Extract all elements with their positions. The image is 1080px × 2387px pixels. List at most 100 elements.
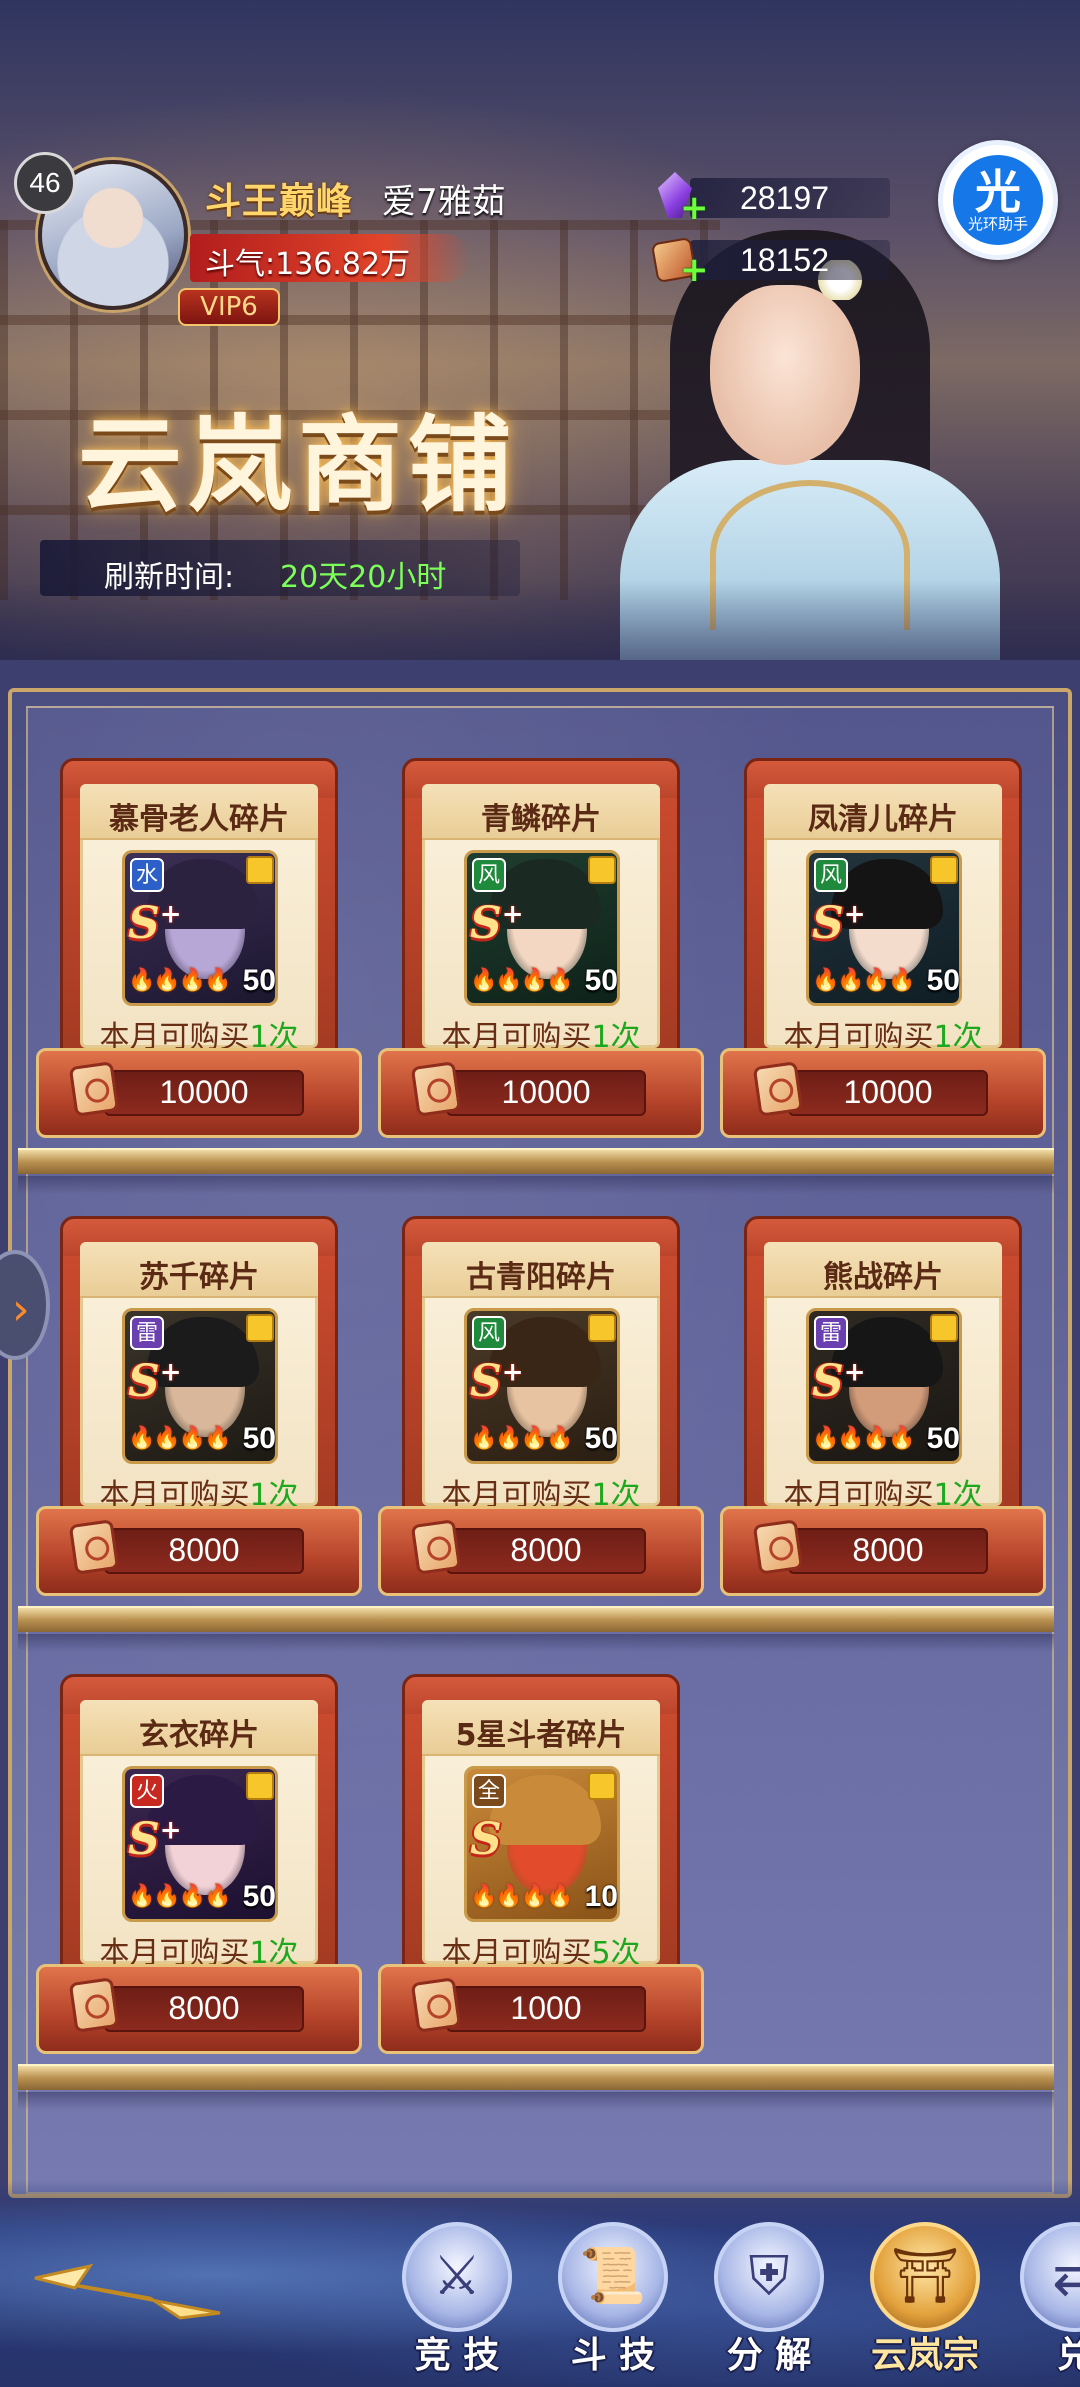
crystal-amount: 28197 (740, 180, 829, 216)
player-level-badge: 46 (14, 152, 76, 214)
element-badge: 雷 (814, 1316, 848, 1350)
rank-badge: S+ (470, 1356, 524, 1407)
fragment-count: 50 (242, 1880, 276, 1913)
item-price[interactable]: 10000 (446, 1074, 646, 1111)
fragment-icon (930, 1314, 958, 1342)
fragment-icon (588, 1772, 616, 1800)
rank-badge: S+ (812, 1356, 866, 1407)
fragment-count: 50 (242, 964, 276, 997)
halo-helper-button[interactable]: 光 光环助手 (938, 140, 1058, 260)
star-flames-icon: 🔥🔥🔥🔥 (470, 968, 574, 993)
helper-label: 光环助手 (967, 215, 1028, 233)
element-badge: 雷 (130, 1316, 164, 1350)
item-name: 熊战碎片 (823, 1260, 943, 1295)
pavilion-icon: ⛩ (890, 2244, 960, 2307)
nav-label: 分 解 (726, 2335, 812, 2376)
item-price[interactable]: 10000 (788, 1074, 988, 1111)
nav-button-0[interactable]: ⚔ 竞 技 (392, 2222, 522, 2376)
rank-badge: S+ (128, 1814, 182, 1865)
rank-badge: S+ (128, 1356, 182, 1407)
shop-item[interactable]: 古青阳碎片 风 S+ 🔥🔥🔥🔥 50 本月可购买1次 8000 (378, 1216, 704, 1596)
shop-title: 云岚商铺 (78, 403, 519, 526)
item-price[interactable]: 8000 (788, 1532, 988, 1569)
shop-item[interactable]: 苏千碎片 雷 S+ 🔥🔥🔥🔥 50 本月可购买1次 8000 (36, 1216, 362, 1596)
fragment-icon (930, 856, 958, 884)
nav-label: 兑 (1056, 2335, 1080, 2376)
fragment-icon (246, 1314, 274, 1342)
shelf-divider (18, 1148, 1054, 1194)
exchange-icon: ⇄ (1052, 2244, 1080, 2307)
fragment-icon (246, 1772, 274, 1800)
star-flames-icon: 🔥🔥🔥🔥 (128, 1426, 232, 1451)
nav-label: 竞 技 (414, 2335, 500, 2376)
helper-glyph: 光 (975, 165, 1021, 219)
currency-crystal[interactable]: + 28197 (650, 172, 900, 225)
fragment-icon (588, 856, 616, 884)
token-amount: 18152 (740, 242, 829, 278)
element-badge: 风 (472, 1316, 506, 1350)
rank-badge: S (470, 1814, 502, 1865)
shop-item[interactable]: 凤清儿碎片 风 S+ 🔥🔥🔥🔥 50 本月可购买1次 10000 (720, 758, 1046, 1138)
nav-button-2[interactable]: ⛨ 分 解 (704, 2222, 834, 2376)
rank-badge: S+ (128, 898, 182, 949)
item-name: 古青阳碎片 (466, 1260, 616, 1295)
crossed-swords-icon: ⚔ (432, 2244, 482, 2307)
halo-helper-icon: 光 光环助手 (953, 155, 1043, 245)
add-token-icon[interactable]: + (680, 253, 709, 287)
item-name: 慕骨老人碎片 (109, 802, 289, 837)
fragment-icon (588, 1314, 616, 1342)
shop-item[interactable]: 玄衣碎片 火 S+ 🔥🔥🔥🔥 50 本月可购买1次 8000 (36, 1674, 362, 2054)
vip-badge[interactable]: VIP6 (178, 288, 280, 326)
element-badge: 风 (814, 858, 848, 892)
item-name: 凤清儿碎片 (808, 802, 958, 837)
scroll-icon: 📜 (579, 2244, 647, 2307)
element-badge: 风 (472, 858, 506, 892)
fragment-count: 50 (242, 1422, 276, 1455)
item-name: 苏千碎片 (139, 1260, 259, 1295)
add-crystal-icon[interactable]: + (680, 191, 709, 225)
nav-button-1[interactable]: 📜 斗 技 (548, 2222, 678, 2376)
item-price[interactable]: 8000 (104, 1532, 304, 1569)
chevron-icon: › (12, 1284, 30, 1335)
shop-item[interactable]: 5星斗者碎片 全 S 🔥🔥🔥🔥 10 本月可购买5次 1000 (378, 1674, 704, 2054)
rank-badge: S+ (812, 898, 866, 949)
star-flames-icon: 🔥🔥🔥🔥 (470, 1426, 574, 1451)
item-price[interactable]: 10000 (104, 1074, 304, 1111)
fragment-icon (246, 856, 274, 884)
element-badge: 水 (130, 858, 164, 892)
nav-label: 斗 技 (570, 2335, 656, 2376)
shelf-divider (18, 2064, 1054, 2110)
rank-badge: S+ (470, 898, 524, 949)
currency-token[interactable]: + 18152 (650, 234, 900, 287)
shop-item[interactable]: 熊战碎片 雷 S+ 🔥🔥🔥🔥 50 本月可购买1次 8000 (720, 1216, 1046, 1596)
nav-button-3[interactable]: ⛩ 云岚宗 (860, 2222, 990, 2376)
refresh-countdown: 20天20小时 (280, 560, 447, 595)
nav-button-4[interactable]: ⇄ 兑 (1010, 2222, 1080, 2376)
fragment-count: 10 (584, 1880, 618, 1913)
element-badge: 火 (130, 1774, 164, 1808)
shelf-divider (18, 1606, 1054, 1652)
player-title: 斗王巅峰 (205, 181, 354, 222)
shop-item[interactable]: 慕骨老人碎片 水 S+ 🔥🔥🔥🔥 50 本月可购买1次 10000 (36, 758, 362, 1138)
player-name: 爱7雅茹 (382, 182, 506, 222)
star-flames-icon: 🔥🔥🔥🔥 (812, 1426, 916, 1451)
item-price[interactable]: 1000 (446, 1990, 646, 2027)
item-name: 玄衣碎片 (139, 1718, 259, 1753)
fragment-count: 50 (584, 964, 618, 997)
player-power: 斗气:136.82万 (205, 247, 411, 282)
item-name: 青鳞碎片 (481, 802, 601, 837)
fragment-count: 50 (926, 1422, 960, 1455)
item-name: 5星斗者碎片 (455, 1718, 627, 1753)
nav-label: 云岚宗 (870, 2335, 979, 2376)
star-flames-icon: 🔥🔥🔥🔥 (812, 968, 916, 993)
back-arrow-icon[interactable] (30, 2258, 230, 2328)
star-flames-icon: 🔥🔥🔥🔥 (470, 1884, 574, 1909)
item-price[interactable]: 8000 (446, 1532, 646, 1569)
refresh-label: 刷新时间: (104, 560, 235, 595)
fragment-count: 50 (584, 1422, 618, 1455)
armor-icon: ⛨ (748, 2244, 790, 2307)
star-flames-icon: 🔥🔥🔥🔥 (128, 1884, 232, 1909)
item-price[interactable]: 8000 (104, 1990, 304, 2027)
shop-item[interactable]: 青鳞碎片 风 S+ 🔥🔥🔥🔥 50 本月可购买1次 10000 (378, 758, 704, 1138)
fragment-count: 50 (926, 964, 960, 997)
